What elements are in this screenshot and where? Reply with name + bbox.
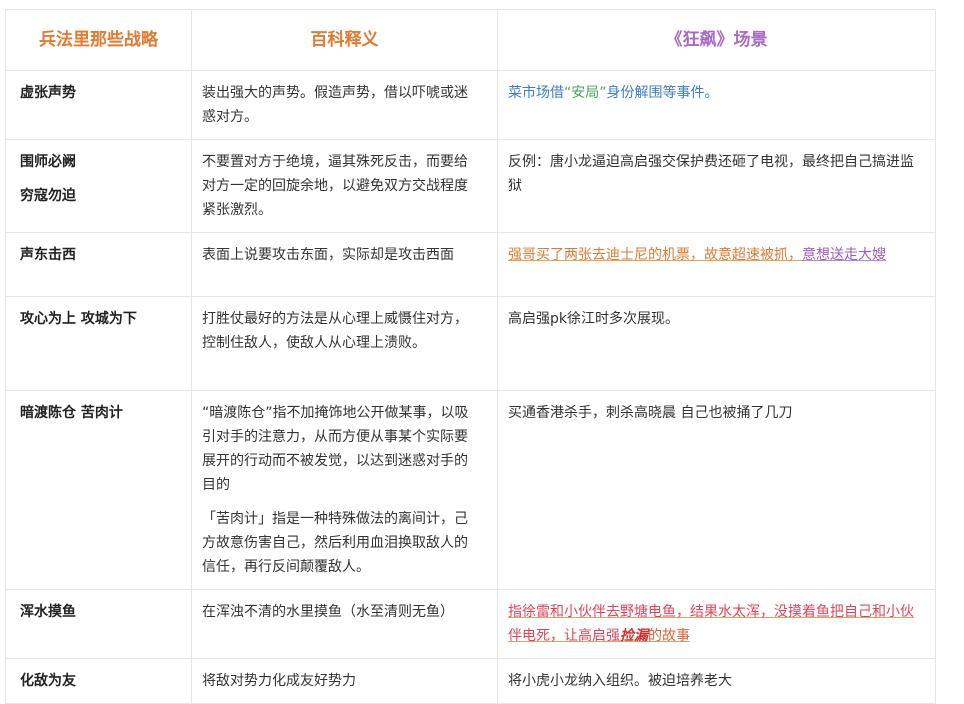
strategy-name: 虚张声势 xyxy=(5,70,192,140)
strategy-definition: 装出强大的声势。假造声势，借以吓唬或迷惑对方。 xyxy=(191,70,498,140)
strategy-definition: 打胜仗最好的方法是从心理上威慑住对方，控制住敌人，使敌人从心理上溃败。 xyxy=(191,296,498,391)
strategy-definition-cell: “暗渡陈仓”指不加掩饰地公开做某事，以吸引对手的注意力，从而方便从事某个实际要展… xyxy=(191,390,498,590)
strategy-name: 浑水摸鱼 xyxy=(5,589,192,659)
strategy-scene: 菜市场借“安局”身份解围等事件。 xyxy=(497,70,936,140)
strategy-definition: 在浑浊不清的水里摸鱼（水至清则无鱼） xyxy=(191,589,498,659)
table-row: 围师必阙 穷寇勿迫 不要置对方于绝境，逼其殊死反击，而要给对方一定的回旋余地，以… xyxy=(5,139,936,233)
table-row: 声东击西 表面上说要攻击东面，实际却是攻击西面 强哥买了两张去迪士尼的机票，故意… xyxy=(5,232,936,297)
strategy-name: 化敌为友 xyxy=(5,658,192,704)
strategy-name: 暗渡陈仓 苦肉计 xyxy=(5,390,192,590)
scene-text: 菜市场借 xyxy=(508,85,564,101)
strategy-name: 声东击西 xyxy=(5,232,192,297)
table-row: 攻心为上 攻城为下 打胜仗最好的方法是从心理上威慑住对方，控制住敌人，使敌人从心… xyxy=(5,296,936,391)
strategy-table: 兵法里那些战略 百科释义 《狂飙》场景 虚张声势 装出强大的声势。假造声势，借以… xyxy=(5,9,936,704)
scene-link[interactable]: 指徐雷和小伙伴去野塘电鱼，结果水太浑，没摸着鱼把自己 xyxy=(508,604,872,620)
scene-text: 身份解围等事件。 xyxy=(606,85,719,101)
scene-link[interactable]: 的故事 xyxy=(648,628,690,644)
header-definition: 百科释义 xyxy=(191,9,498,71)
strategy-definition: 将敌对势力化成友好势力 xyxy=(191,658,498,704)
strategy-name: 围师必阙 xyxy=(20,154,76,170)
header-strategy: 兵法里那些战略 xyxy=(5,9,192,71)
strategy-scene: 买通香港杀手，刺杀高晓晨 自己也被捅了几刀 xyxy=(497,390,936,590)
strategy-definition-secondary: 「苦肉计」指是一种特殊做法的离间计，己方故意伤害自己，然后利用血泪换取敌人的信任… xyxy=(202,511,468,575)
header-scene: 《狂飙》场景 xyxy=(497,9,936,71)
strategy-definition: 表面上说要攻击东面，实际却是攻击西面 xyxy=(191,232,498,297)
table-header-row: 兵法里那些战略 百科释义 《狂飙》场景 xyxy=(5,9,936,71)
scene-emphasis[interactable]: 捡漏 xyxy=(620,628,648,644)
strategy-name-secondary: 穷寇勿迫 xyxy=(20,188,76,204)
strategy-scene: 强哥买了两张去迪士尼的机票，故意超速被抓，意想送走大嫂 xyxy=(497,232,936,297)
strategy-scene: 高启强pk徐江时多次展现。 xyxy=(497,296,936,391)
strategy-scene: 将小虎小龙纳入组织。被迫培养老大 xyxy=(497,658,936,704)
table-row: 虚张声势 装出强大的声势。假造声势，借以吓唬或迷惑对方。 菜市场借“安局”身份解… xyxy=(5,70,936,140)
scene-highlight: “安局” xyxy=(564,85,607,101)
table-row: 浑水摸鱼 在浑浊不清的水里摸鱼（水至清则无鱼） 指徐雷和小伙伴去野塘电鱼，结果水… xyxy=(5,589,936,659)
strategy-definition: “暗渡陈仓”指不加掩饰地公开做某事，以吸引对手的注意力，从而方便从事某个实际要展… xyxy=(202,405,469,493)
strategy-name-cell: 围师必阙 穷寇勿迫 xyxy=(5,139,192,233)
strategy-scene: 指徐雷和小伙伴去野塘电鱼，结果水太浑，没摸着鱼把自己和小伙伴电死，让高启强捡漏的… xyxy=(497,589,936,659)
table-row: 化敌为友 将敌对势力化成友好势力 将小虎小龙纳入组织。被迫培养老大 xyxy=(5,658,936,704)
strategy-scene: 反例：唐小龙逼迫高启强交保护费还砸了电视，最终把自己搞进监狱 xyxy=(497,139,936,233)
scene-link[interactable]: 强哥买了两张去迪士尼的机票，故意超速被抓， xyxy=(508,247,802,263)
strategy-name: 攻心为上 攻城为下 xyxy=(5,296,192,391)
strategy-definition: 不要置对方于绝境，逼其殊死反击，而要给对方一定的回旋余地，以避免双方交战程度紧张… xyxy=(191,139,498,233)
table-row: 暗渡陈仓 苦肉计 “暗渡陈仓”指不加掩饰地公开做某事，以吸引对手的注意力，从而方… xyxy=(5,390,936,590)
scene-link[interactable]: 意想送走大嫂 xyxy=(802,247,886,263)
